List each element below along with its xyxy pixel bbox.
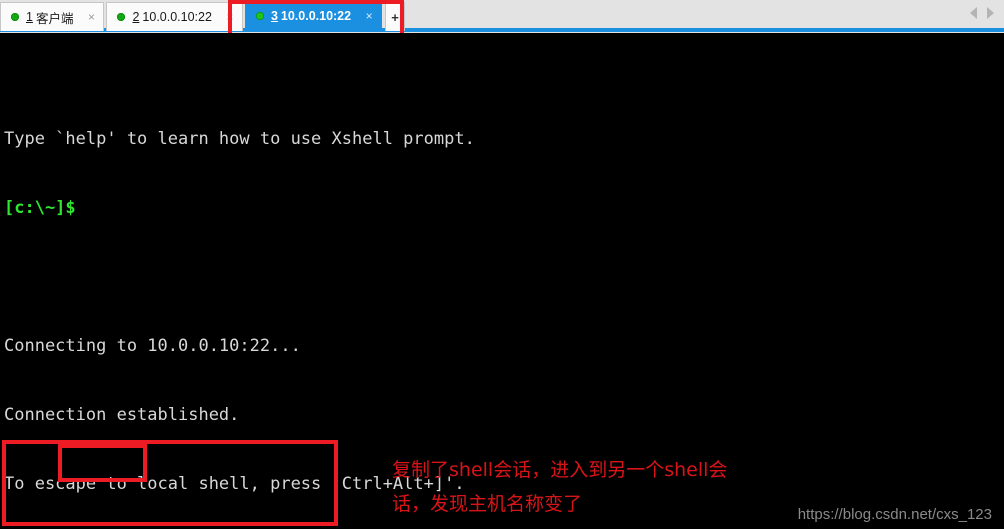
tab-scroll-controls	[970, 7, 994, 19]
terminal-line-local-prompt: [c:\~]$	[4, 198, 76, 218]
tab-index: 3	[270, 8, 278, 23]
tab-session-3[interactable]: 3 10.0.0.10:22 ×	[244, 0, 383, 31]
terminal-line-connecting: Connecting to 10.0.0.10:22...	[4, 336, 301, 356]
tab-session-2[interactable]: 2 10.0.0.10:22 ×	[106, 2, 243, 31]
watermark: https://blog.csdn.net/cxs_123	[797, 506, 992, 523]
status-dot-green-icon	[255, 11, 264, 20]
tab-strip: 1 客户端 × 2 10.0.0.10:22 × 3 10.0.0.10:22 …	[0, 0, 406, 31]
tab-index: 1	[26, 10, 33, 24]
tab-label: 10.0.0.10:22	[280, 8, 352, 23]
tab-bar: 1 客户端 × 2 10.0.0.10:22 × 3 10.0.0.10:22 …	[0, 0, 1004, 33]
close-icon[interactable]: ×	[224, 11, 236, 23]
terminal-pane[interactable]: Type `help' to learn how to use Xshell p…	[0, 33, 1004, 529]
terminal-line-established: Connection established.	[4, 405, 240, 425]
terminal-line-help-hint: Type `help' to learn how to use Xshell p…	[4, 129, 475, 149]
chevron-left-icon[interactable]	[970, 7, 977, 19]
new-tab-button[interactable]: +	[385, 2, 406, 31]
chevron-right-icon[interactable]	[987, 7, 994, 19]
tab-label: 10.0.0.10:22	[142, 10, 212, 24]
status-dot-green-icon	[117, 13, 126, 21]
annotation-text: 复制了shell会话，进入到另一个shell会 话，发现主机名称变了	[392, 459, 728, 515]
close-icon[interactable]: ×	[363, 10, 375, 22]
tab-index: 2	[132, 10, 140, 24]
tab-session-1[interactable]: 1 客户端 ×	[0, 2, 105, 31]
close-icon[interactable]: ×	[85, 11, 97, 23]
tab-label: 客户端	[35, 11, 74, 26]
xshell-window: 1 客户端 × 2 10.0.0.10:22 × 3 10.0.0.10:22 …	[0, 0, 1004, 529]
status-dot-green-icon	[11, 13, 19, 21]
